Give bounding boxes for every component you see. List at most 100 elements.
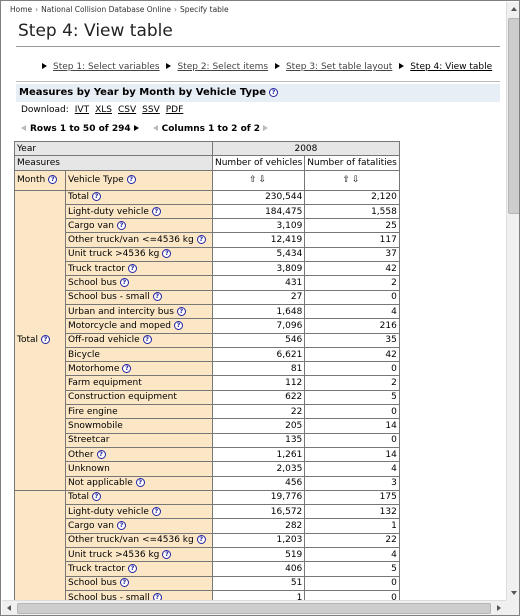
fatalities-value: 22 <box>304 532 400 549</box>
help-icon[interactable]: ? <box>119 278 129 288</box>
download-pdf-link[interactable]: PDF <box>166 105 184 115</box>
help-icon[interactable]: ? <box>269 88 278 97</box>
vehicles-value: 1,261 <box>211 446 306 463</box>
vehicle-type-cell: Other truck/van <=4536 kg? <box>65 232 213 248</box>
vehicle-type-cell: Truck tractor? <box>65 561 213 577</box>
download-ivt-link[interactable]: IVT <box>75 105 89 115</box>
vehicles-value: 622 <box>211 389 306 406</box>
sort-vehicles-button[interactable]: ⇧⇩ <box>211 169 306 191</box>
vehicle-type-label: Off-road vehicle <box>68 335 140 346</box>
step-4-link[interactable]: Step 4: View table <box>410 62 492 72</box>
vehicle-type-cell: Other? <box>65 446 213 463</box>
scroll-right-button[interactable] <box>492 601 506 615</box>
month-group-cell <box>14 489 66 600</box>
vehicles-value: 6,621 <box>211 346 306 363</box>
help-icon[interactable]: ? <box>142 335 152 345</box>
vehicle-type-label: Urban and intercity bus <box>68 306 174 317</box>
help-icon[interactable]: ? <box>116 220 126 230</box>
fatalities-value: 5 <box>304 561 400 577</box>
fatalities-value: 25 <box>304 218 400 234</box>
help-icon[interactable]: ? <box>196 535 206 545</box>
vehicles-value: 205 <box>211 418 306 434</box>
columns-prev-icon[interactable] <box>152 125 158 131</box>
vehicle-type-cell: Unit truck >4536 kg? <box>65 246 213 263</box>
vertical-scroll-thumb[interactable] <box>508 18 519 214</box>
help-icon[interactable]: ? <box>41 335 51 345</box>
horizontal-scroll-thumb[interactable] <box>17 603 491 614</box>
help-icon[interactable]: ? <box>96 449 106 459</box>
vehicles-value: 456 <box>211 475 306 491</box>
help-icon[interactable]: ? <box>126 175 136 185</box>
step-1-link[interactable]: Step 1: Select variables <box>53 62 160 72</box>
vehicle-type-cell: Cargo van? <box>65 518 213 534</box>
vehicles-value: 230,544 <box>211 189 306 205</box>
vehicles-value: 3,809 <box>211 261 306 277</box>
help-icon[interactable]: ? <box>152 292 162 302</box>
breadcrumb-database[interactable]: National Collision Database Online <box>41 5 171 14</box>
vehicle-type-label: Streetcar <box>68 435 110 446</box>
vehicle-type-cell: School bus? <box>65 575 213 591</box>
vehicle-type-label: School bus - small <box>68 592 150 600</box>
help-icon[interactable]: ? <box>176 306 186 316</box>
fatalities-value: 117 <box>304 232 400 248</box>
arrow-up-icon <box>511 7 517 11</box>
help-icon[interactable]: ? <box>92 192 102 202</box>
help-icon[interactable]: ? <box>128 263 138 273</box>
help-icon[interactable]: ? <box>135 478 145 488</box>
breadcrumb-home[interactable]: Home <box>10 5 32 14</box>
help-icon[interactable]: ? <box>196 235 206 245</box>
scroll-left-button[interactable] <box>2 601 16 615</box>
help-icon[interactable]: ? <box>162 549 172 559</box>
help-icon[interactable]: ? <box>151 506 161 516</box>
help-icon[interactable]: ? <box>119 578 129 588</box>
scroll-up-button[interactable] <box>507 2 519 16</box>
scroll-down-button[interactable] <box>507 586 519 600</box>
help-icon[interactable]: ? <box>116 521 126 531</box>
vertical-scrollbar[interactable] <box>506 2 519 600</box>
sort-fatalities-button[interactable]: ⇧⇩ <box>304 169 400 191</box>
vehicle-type-label: Other truck/van <=4536 kg <box>68 235 194 246</box>
download-xls-link[interactable]: XLS <box>95 105 112 115</box>
vehicle-type-label: Light-duty vehicle <box>68 206 149 217</box>
vehicles-value: 1,203 <box>211 532 306 549</box>
columns-next-icon[interactable] <box>263 125 269 131</box>
help-icon[interactable]: ? <box>128 563 138 573</box>
rows-next-icon[interactable] <box>133 125 139 131</box>
step-3-link[interactable]: Step 3: Set table layout <box>286 62 392 72</box>
rows-prev-icon[interactable] <box>21 125 26 131</box>
arrow-left-icon <box>7 605 11 611</box>
table-title-bar: Measures by Year by Month by Vehicle Typ… <box>16 84 500 102</box>
horizontal-scrollbar[interactable] <box>2 600 506 615</box>
breadcrumb: Home › National Collision Database Online ›… <box>10 5 229 14</box>
help-icon[interactable]: ? <box>48 175 58 185</box>
vehicle-type-label: Total <box>68 492 90 503</box>
vehicle-type-cell: Light-duty vehicle? <box>65 203 213 220</box>
vehicle-type-label: Truck tractor <box>68 563 126 574</box>
vehicle-type-label: School bus - small <box>68 292 150 303</box>
table-row: Motorhome? 81 0 <box>15 361 400 377</box>
vehicle-type-cell: Off-road vehicle? <box>65 332 213 348</box>
vehicle-type-cell: Snowmobile <box>65 418 213 434</box>
vehicle-type-label: Not applicable <box>68 478 133 489</box>
vehicle-type-label: Construction equipment <box>68 392 177 403</box>
download-ssv-link[interactable]: SSV <box>142 105 160 115</box>
vehicle-type-label: School bus <box>68 278 117 289</box>
download-csv-link[interactable]: CSV <box>118 105 136 115</box>
table-row: Not applicable? 456 3 <box>15 475 400 491</box>
fatalities-value: 2,120 <box>304 189 400 205</box>
arrow-down-icon <box>511 591 517 595</box>
vehicles-value: 5,434 <box>211 246 306 263</box>
help-icon[interactable]: ? <box>162 249 172 259</box>
table-row: Cargo van? 282 1 <box>15 518 400 534</box>
vehicle-type-cell: Not applicable? <box>65 475 213 491</box>
help-icon[interactable]: ? <box>151 206 161 216</box>
help-icon[interactable]: ? <box>92 492 102 502</box>
help-icon[interactable]: ? <box>173 320 183 330</box>
table-row: Other truck/van <=4536 kg? 12,419 117 <box>15 232 400 248</box>
step-2-link[interactable]: Step 2: Select items <box>177 62 268 72</box>
vehicle-type-label: Unknown <box>68 463 110 474</box>
vehicles-value: 431 <box>211 275 306 291</box>
help-icon[interactable]: ? <box>122 363 132 373</box>
table-row: Snowmobile 205 14 <box>15 418 400 434</box>
help-icon[interactable]: ? <box>152 592 162 600</box>
